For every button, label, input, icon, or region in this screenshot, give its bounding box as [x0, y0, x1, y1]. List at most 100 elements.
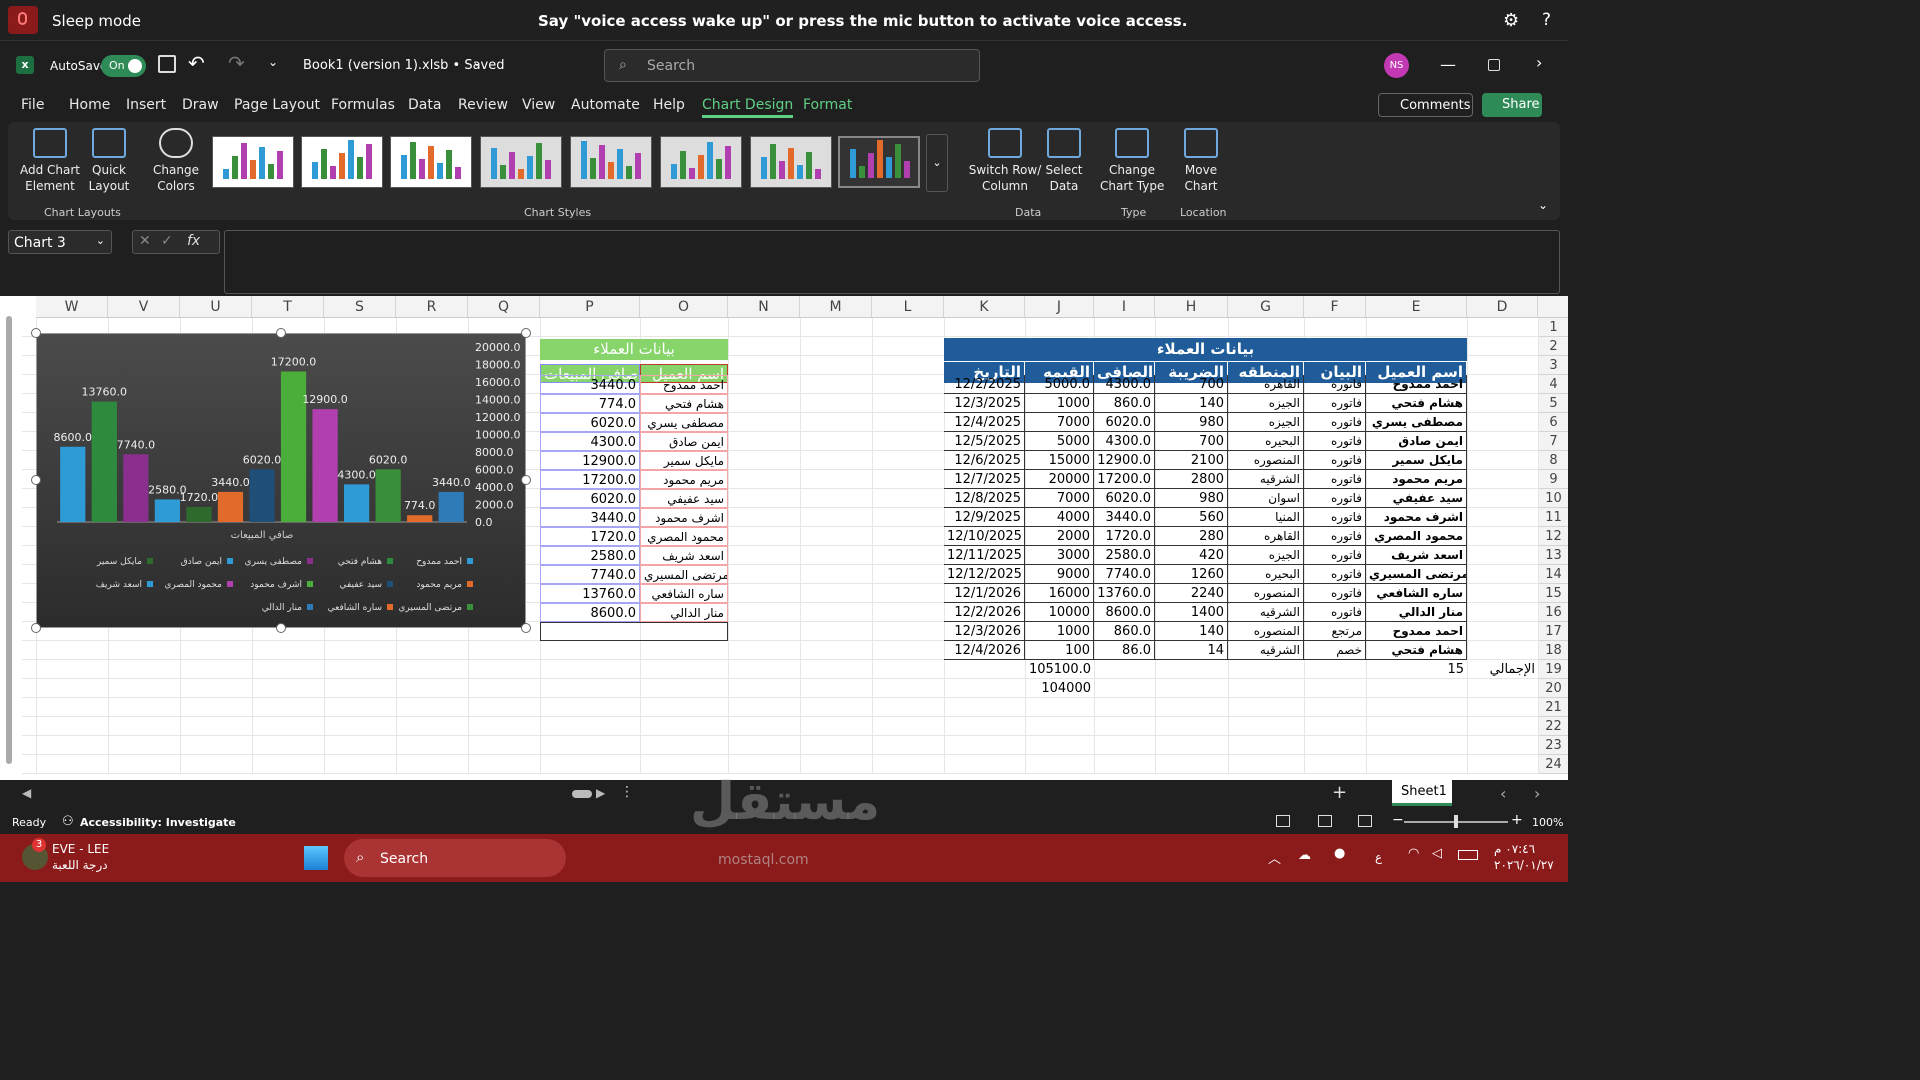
chevron-up-icon[interactable]: ︿: [1268, 848, 1281, 867]
table1-cell[interactable]: فاتوره: [1304, 432, 1366, 451]
table1-cell[interactable]: فاتوره: [1304, 470, 1366, 489]
clock-date[interactable]: ٢٠٢٦/٠١/٢٧: [1494, 858, 1554, 872]
settings-icon[interactable]: ⚙: [1503, 10, 1519, 31]
ribbon-collapse-icon[interactable]: ⌄: [1538, 198, 1548, 212]
fx-icon[interactable]: fx: [187, 233, 200, 249]
row-header-1[interactable]: 1: [1538, 318, 1568, 337]
table1-cell[interactable]: احمد ممدوح: [1366, 622, 1467, 641]
table1-cell[interactable]: 12/6/2025: [944, 451, 1025, 470]
tab-insert[interactable]: Insert: [126, 97, 166, 113]
save-icon[interactable]: [158, 55, 176, 73]
minimize-icon[interactable]: —: [1440, 55, 1456, 74]
accessibility-status[interactable]: Accessibility: Investigate: [80, 816, 236, 829]
vertical-scrollbar[interactable]: [6, 316, 12, 764]
move-chart-button[interactable]: Move Chart: [1176, 128, 1226, 194]
table1-cell[interactable]: سيد عفيفي: [1366, 489, 1467, 508]
table1-cell[interactable]: اسعد شريف: [1366, 546, 1467, 565]
table1-cell[interactable]: القاهره: [1228, 375, 1304, 394]
table2-name[interactable]: منار الدالي: [640, 603, 728, 622]
table2-name[interactable]: مرتضى المسيري: [640, 565, 728, 584]
table1-cell[interactable]: 2240: [1155, 584, 1228, 603]
table1-cell[interactable]: فاتوره: [1304, 546, 1366, 565]
table2-value[interactable]: 13760.0: [540, 584, 640, 603]
table1-cell[interactable]: 6020.0: [1094, 489, 1155, 508]
table1-cell[interactable]: 980: [1155, 489, 1228, 508]
more-icon[interactable]: ⋮: [620, 784, 634, 800]
table2-name[interactable]: مصطفى يسري: [640, 413, 728, 432]
tab-draw[interactable]: Draw: [182, 97, 219, 113]
table1-cell[interactable]: 12/10/2025: [944, 527, 1025, 546]
tab-help[interactable]: Help: [653, 97, 685, 113]
table1-cell[interactable]: الشرقيه: [1228, 641, 1304, 660]
cancel-icon[interactable]: ✕: [139, 233, 151, 249]
table1-cell[interactable]: فاتوره: [1304, 394, 1366, 413]
row-header-21[interactable]: 21: [1538, 698, 1568, 717]
table1-cell[interactable]: 1720.0: [1094, 527, 1155, 546]
table1-cell[interactable]: المنصوره: [1228, 622, 1304, 641]
table2-value[interactable]: 6020.0: [540, 413, 640, 432]
table2-name[interactable]: اسعد شريف: [640, 546, 728, 565]
table1-cell[interactable]: القاهره: [1228, 527, 1304, 546]
table1-cell[interactable]: البحيره: [1228, 432, 1304, 451]
table1-cell[interactable]: الجيزه: [1228, 413, 1304, 432]
table1-cell[interactable]: المنصوره: [1228, 451, 1304, 470]
table2-value[interactable]: 1720.0: [540, 527, 640, 546]
row-header-17[interactable]: 17: [1538, 622, 1568, 641]
table1-cell[interactable]: خصم: [1304, 641, 1366, 660]
table1-cell[interactable]: فاتوره: [1304, 451, 1366, 470]
column-header-H[interactable]: H: [1155, 296, 1228, 318]
table1-cell[interactable]: فاتوره: [1304, 489, 1366, 508]
table1-cell[interactable]: 8600.0: [1094, 603, 1155, 622]
sheet-tab-sheet1[interactable]: Sheet1: [1392, 780, 1452, 806]
table1-cell[interactable]: 420: [1155, 546, 1228, 565]
count-value[interactable]: 15: [1366, 660, 1467, 679]
row-header-22[interactable]: 22: [1538, 717, 1568, 736]
prev-sheet-icon[interactable]: ‹: [1500, 784, 1506, 803]
resize-handle[interactable]: [276, 328, 286, 338]
undo-icon[interactable]: ↶: [188, 51, 205, 75]
table1-cell[interactable]: 2100: [1155, 451, 1228, 470]
row-header-23[interactable]: 23: [1538, 736, 1568, 755]
table1-cell[interactable]: 12/4/2026: [944, 641, 1025, 660]
table1-cell[interactable]: احمد ممدوح: [1366, 375, 1467, 394]
table1-cell[interactable]: فاتوره: [1304, 413, 1366, 432]
add-sheet-icon[interactable]: +: [1332, 782, 1347, 803]
horizontal-scrollbar[interactable]: [572, 790, 592, 798]
table1-cell[interactable]: 12/7/2025: [944, 470, 1025, 489]
tab-formulas[interactable]: Formulas: [331, 97, 395, 113]
tab-review[interactable]: Review: [458, 97, 508, 113]
resize-handle[interactable]: [521, 475, 531, 485]
table1-title[interactable]: بيانات العملاء: [944, 338, 1467, 361]
table1-cell[interactable]: 12/3/2026: [944, 622, 1025, 641]
table1-cell[interactable]: 7000: [1025, 489, 1094, 508]
search-box[interactable]: ⌕ Search: [604, 49, 980, 82]
resize-handle[interactable]: [521, 623, 531, 633]
table1-cell[interactable]: 700: [1155, 432, 1228, 451]
table2-empty-row[interactable]: [540, 622, 728, 641]
select-all-corner[interactable]: [1538, 296, 1568, 318]
chart-style-8[interactable]: [838, 136, 920, 188]
row-header-12[interactable]: 12: [1538, 527, 1568, 546]
table2-value[interactable]: 2580.0: [540, 546, 640, 565]
chart-style-5[interactable]: [570, 136, 652, 188]
customize-icon[interactable]: ⌄: [268, 55, 278, 69]
table1-cell[interactable]: 13760.0: [1094, 584, 1155, 603]
chevron-down-icon[interactable]: ⌄: [472, 55, 482, 69]
tab-page-layout[interactable]: Page Layout: [234, 97, 320, 113]
table1-cell[interactable]: 860.0: [1094, 394, 1155, 413]
table2-name[interactable]: محمود المصري: [640, 527, 728, 546]
column-header-S[interactable]: S: [324, 296, 396, 318]
tab-format[interactable]: Format: [803, 97, 852, 113]
table1-cell[interactable]: 12/9/2025: [944, 508, 1025, 527]
table1-cell[interactable]: مصطفى يسري: [1366, 413, 1467, 432]
table1-cell[interactable]: منار الدالي: [1366, 603, 1467, 622]
tab-automate[interactable]: Automate: [571, 97, 640, 113]
table1-cell[interactable]: 12/5/2025: [944, 432, 1025, 451]
table2-name[interactable]: ايمن صادق: [640, 432, 728, 451]
change-chart-type-button[interactable]: Change Chart Type: [1100, 128, 1164, 194]
table1-cell[interactable]: 560: [1155, 508, 1228, 527]
column-header-M[interactable]: M: [800, 296, 872, 318]
table1-cell[interactable]: 9000: [1025, 565, 1094, 584]
table1-cell[interactable]: 12/3/2025: [944, 394, 1025, 413]
comments-button[interactable]: Comments: [1378, 93, 1473, 117]
